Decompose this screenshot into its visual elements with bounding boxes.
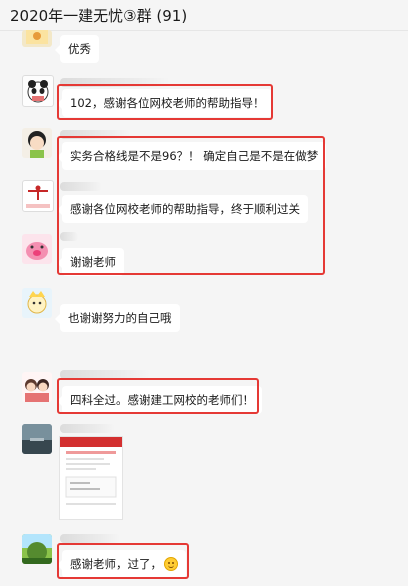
message-text: 实务合格线是不是96？！ 确定自己是不是在做梦: [70, 149, 319, 163]
sender-name-blurred: [60, 534, 120, 543]
sender-name-blurred: [60, 130, 130, 139]
cartoon-avatar[interactable]: [22, 288, 52, 318]
girl-cartoon-avatar[interactable]: [22, 128, 52, 158]
sender-name-blurred: [60, 182, 102, 191]
message-bubble[interactable]: 也谢谢努力的自己哦: [55, 304, 180, 332]
sender-name-blurred: [60, 232, 78, 241]
gymnast-avatar[interactable]: [22, 180, 54, 212]
chat-title: 2020年一建无忧③群 (91): [10, 7, 188, 25]
sender-name-blurred: [60, 78, 170, 87]
message-bubble[interactable]: 感谢各位网校老师的帮助指导，终于顺利过关: [57, 195, 308, 223]
couple-avatar[interactable]: [22, 372, 52, 402]
sticker-avatar[interactable]: [22, 30, 52, 47]
sender-name-blurred: [60, 424, 115, 433]
message-bubble[interactable]: 优秀: [55, 35, 99, 63]
sender-name-blurred: [60, 370, 150, 379]
pink-pig-avatar[interactable]: [22, 234, 52, 264]
message-text: 优秀: [68, 42, 91, 56]
panda-avatar[interactable]: [22, 75, 54, 107]
message-text: 四科全过。感谢建工网校的老师们！: [70, 393, 254, 407]
smile-emoji: [164, 557, 178, 571]
message-bubble[interactable]: 102，感谢各位网校老师的帮助指导！: [56, 89, 273, 117]
message-text: 感谢老师，过了，: [70, 557, 162, 571]
message-bubble[interactable]: 谢谢老师: [57, 248, 124, 276]
message-text: 也谢谢努力的自己哦: [68, 311, 172, 325]
message-bubble[interactable]: 实务合格线是不是96？！ 确定自己是不是在做梦: [56, 142, 327, 170]
message-bubble[interactable]: 四科全过。感谢建工网校的老师们！: [57, 386, 262, 414]
message-text: 谢谢老师: [70, 255, 116, 269]
lake-avatar[interactable]: [22, 424, 52, 454]
landscape-avatar[interactable]: [22, 534, 52, 564]
message-bubble[interactable]: 感谢老师，过了，: [57, 550, 186, 578]
message-text: 感谢各位网校老师的帮助指导，终于顺利过关: [70, 202, 300, 216]
title-bar: 2020年一建无忧③群 (91): [0, 0, 408, 31]
score-report-screenshot[interactable]: [59, 436, 123, 520]
message-text: 102，感谢各位网校老师的帮助指导！: [70, 96, 265, 110]
